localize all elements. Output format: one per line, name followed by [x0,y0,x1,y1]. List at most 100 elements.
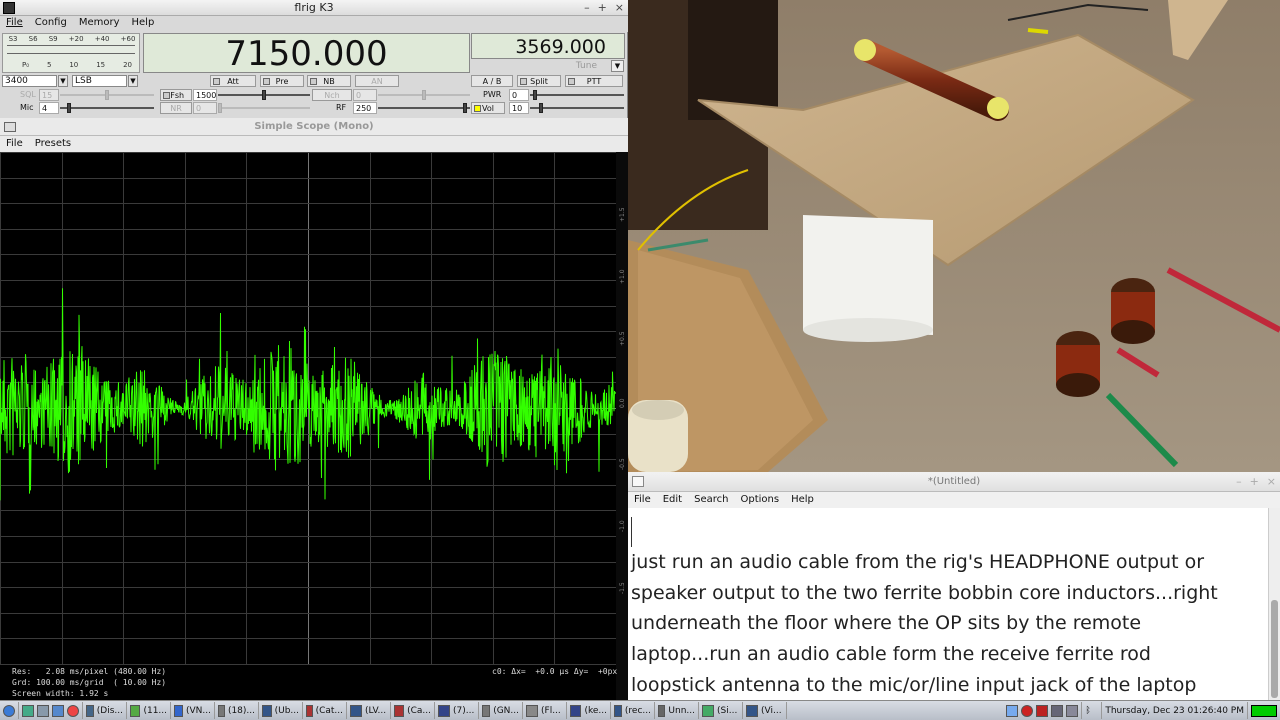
pwr-label: PWR [483,90,502,99]
taskbar-task[interactable]: (VN... [171,702,215,719]
editor-menu-search[interactable]: Search [694,492,728,508]
ifsh-button[interactable]: IFsh [160,89,192,101]
rf-slider[interactable] [378,102,470,114]
ab-button[interactable]: A / B [471,75,513,87]
app-tray-icon[interactable] [1036,704,1049,717]
vfo-a-display[interactable]: 7150.000 [143,33,470,74]
taskbar-task[interactable]: (Vi... [743,702,787,719]
text-line: just run an audio cable from the rig's H… [631,550,1205,573]
taskbar-task[interactable]: Unn... [655,702,699,719]
bluetooth-icon[interactable]: ᛒ [1082,702,1103,719]
vol-slider[interactable] [530,102,624,114]
menu-memory[interactable]: Memory [79,16,120,32]
pwr-slider[interactable] [530,89,624,101]
maximize-icon[interactable]: + [598,0,607,16]
scope-titlebar[interactable]: Simple Scope (Mono) [0,118,628,136]
s-meter: S3 S6 S9 +20 +40 +60 P₀ 5 10 15 20 [2,33,140,73]
taskbar-task[interactable]: (Fl... [523,702,567,719]
task-app-icon [306,704,313,717]
task-app-icon [130,704,141,717]
taskbar-task[interactable]: (7)... [435,702,479,719]
taskbar-task[interactable]: (Ca... [391,702,435,719]
minimize-icon[interactable]: – [584,0,590,16]
tune-label: Tune [575,61,597,71]
taskbar-task[interactable]: (Cat... [303,702,347,719]
task-app-icon [394,704,405,717]
bandwidth-dropdown-icon[interactable]: ▼ [58,75,68,87]
taskbar-task[interactable]: (Dis... [83,702,127,719]
files-icon[interactable] [52,704,64,717]
editor-close-icon[interactable]: × [1267,472,1276,492]
editor-scroll-thumb[interactable] [1271,600,1278,698]
tune-dropdown-icon[interactable]: ▼ [611,60,624,72]
scope-menu-file[interactable]: File [6,136,23,152]
task-app-icon [746,704,758,717]
text-editor-window: *(Untitled) – + × File Edit Search Optio… [628,472,1280,700]
ifsh-slider[interactable] [218,89,310,101]
flrig-titlebar[interactable]: flrig K3 – + × [0,0,628,16]
sql-slider[interactable] [60,89,154,101]
clock[interactable]: Thursday, Dec 23 01:26:40 PM [1102,702,1248,719]
editor-menu-edit[interactable]: Edit [663,492,682,508]
record-icon[interactable] [1021,704,1034,717]
scope-scale-label: -1.0 [619,520,626,532]
vol-button[interactable]: Vol [471,102,505,114]
editor-titlebar[interactable]: *(Untitled) – + × [628,472,1280,492]
vfo-b-display[interactable]: 3569.000 [471,33,625,59]
taskbar-task[interactable]: (rec... [611,702,655,719]
ptt-button[interactable]: PTT [565,75,623,87]
pre-button[interactable]: Pre [260,75,304,87]
nch-button[interactable]: Nch [312,89,352,101]
taskbar-task[interactable]: (Ub... [259,702,303,719]
menu-help[interactable]: Help [132,16,155,32]
nr-button[interactable]: NR [160,102,192,114]
att-button[interactable]: Att [210,75,256,87]
taskbar-task[interactable]: (Si... [699,702,743,719]
an-button[interactable]: AN [355,75,399,87]
taskbar-task[interactable]: (18)... [215,702,259,719]
smeter-scale-20: 20 [123,61,132,69]
editor-text-area[interactable]: coil inductor transmit antenna...and the… [628,508,1268,700]
editor-menu-help[interactable]: Help [791,492,814,508]
volume-icon[interactable] [1066,704,1079,717]
taskbar-task[interactable]: (ke... [567,702,611,719]
editor-title: *(Untitled) [927,476,981,487]
bandwidth-select[interactable]: 3400 [2,75,57,87]
scope-menu-presets[interactable]: Presets [35,136,71,152]
mode-dropdown-icon[interactable]: ▼ [128,75,138,87]
rf-label: RF [336,103,347,112]
desktop-icon[interactable] [22,704,34,717]
nb-button[interactable]: NB [307,75,351,87]
sql-value: 15 [39,89,59,101]
menu-file[interactable]: File [6,16,23,32]
nch-slider[interactable] [378,89,470,101]
pre-led-icon [263,78,270,85]
flrig-window: flrig K3 – + × File Config Memory Help S… [0,0,628,118]
editor-menu-file[interactable]: File [634,492,651,508]
taskbar-task[interactable]: (GN... [479,702,523,719]
network-icon[interactable] [1051,704,1064,717]
start-menu-button[interactable] [0,702,19,719]
scope-plot[interactable]: +1.5 +1.0 +0.5 0.0 -0.5 -1.0 -1.5 [0,152,628,700]
text-line: laptop...run an audio cable form the rec… [631,643,1151,666]
editor-menu-options[interactable]: Options [740,492,779,508]
taskbar-task[interactable]: (11... [127,702,171,719]
smeter-power-label: P₀ [21,61,29,69]
mode-select[interactable]: LSB [72,75,127,87]
browser-icon[interactable] [67,704,79,717]
mic-slider[interactable] [60,102,154,114]
tray [1003,702,1083,719]
split-button[interactable]: Split [517,75,561,87]
editor-minimize-icon[interactable]: – [1236,472,1242,492]
workspace-icon[interactable] [1006,704,1019,717]
taskbar-task[interactable]: (LV... [347,702,391,719]
close-icon[interactable]: × [615,0,624,16]
menu-config[interactable]: Config [35,16,67,32]
editor-scrollbar[interactable] [1268,508,1280,700]
editor-menubar: File Edit Search Options Help [628,492,1280,508]
editor-maximize-icon[interactable]: + [1250,472,1259,492]
nr-slider[interactable] [218,102,310,114]
editor-app-icon [632,476,644,487]
taskbar: (Dis... (11... (VN... (18)... (Ub... (Cat...(… [0,700,1280,720]
terminal-icon[interactable] [37,704,49,717]
